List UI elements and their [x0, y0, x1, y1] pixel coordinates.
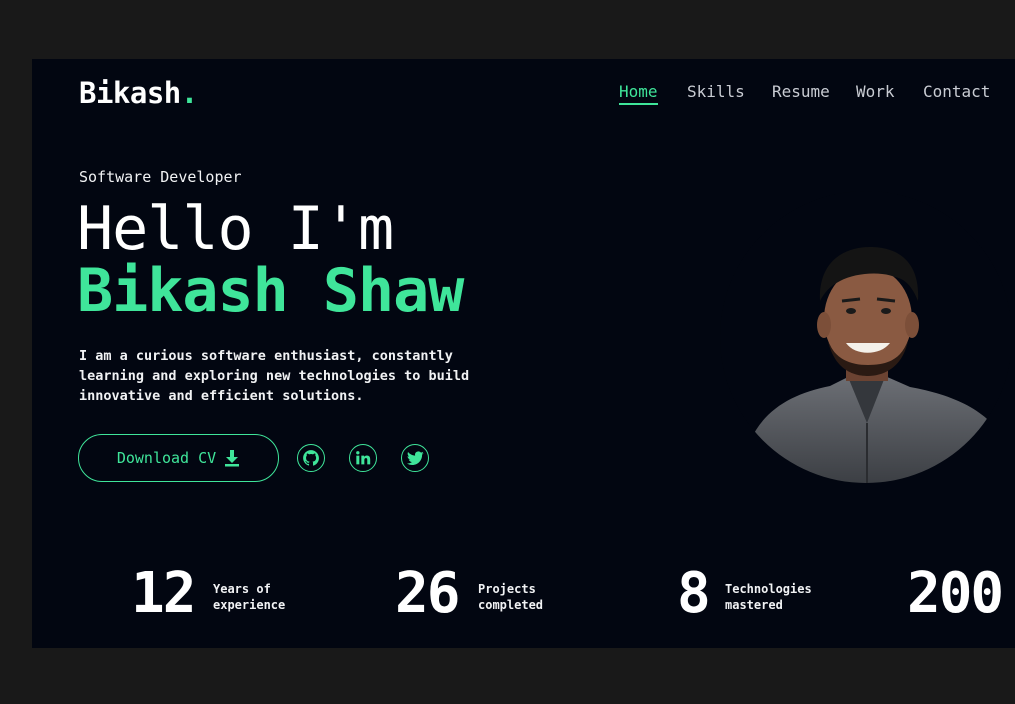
portfolio-page: Bikash. Home Skills Resume Work Contact …	[32, 59, 1015, 648]
linkedin-glyph	[356, 451, 371, 465]
logo[interactable]: Bikash.	[79, 75, 198, 111]
linkedin-icon[interactable]	[349, 444, 377, 472]
stat-label: Projects completed	[478, 582, 544, 612]
nav-contact[interactable]: Contact	[923, 83, 990, 101]
person-illustration	[740, 246, 1012, 483]
greeting: Hello I'm	[77, 194, 394, 264]
github-icon[interactable]	[297, 444, 325, 472]
stat-value: 200	[907, 561, 1004, 626]
role-title: Software Developer	[79, 168, 242, 186]
github-glyph	[303, 450, 319, 466]
profile-photo	[720, 191, 1012, 487]
stat-value: 8	[677, 561, 711, 626]
nav-skills[interactable]: Skills	[687, 83, 745, 101]
nav-home[interactable]: Home	[619, 83, 658, 105]
stat-value: 26	[395, 561, 460, 626]
profile-photo-circle	[720, 191, 1012, 483]
nav-work[interactable]: Work	[856, 83, 895, 101]
download-cv-button[interactable]: Download CV	[78, 434, 279, 482]
bio-text: I am a curious software enthusiast, cons…	[79, 348, 470, 404]
stat-label: Years of experience	[213, 582, 286, 612]
download-icon	[225, 450, 240, 467]
stat-label: Technologies mastered	[725, 582, 812, 612]
nav-resume[interactable]: Resume	[772, 83, 830, 101]
logo-text: Bikash	[79, 76, 181, 110]
logo-dot: .	[180, 76, 198, 110]
download-cv-label: Download CV	[116, 449, 217, 467]
hero-name: Bikash Shaw	[77, 256, 464, 326]
twitter-icon[interactable]	[401, 444, 429, 472]
twitter-glyph	[406, 450, 424, 465]
stat-value: 12	[131, 561, 196, 626]
